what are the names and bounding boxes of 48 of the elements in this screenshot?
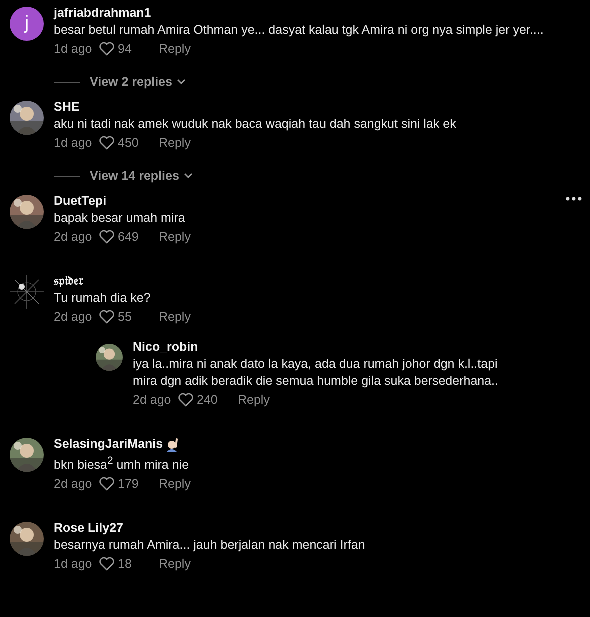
comment-text: iya la..mira ni anak dato la kaya, ada dua rumah johor dgn k.l..tapi mira dgn adik beradik die semua humble gila suka bersederhana.. [133,356,500,390]
user-avatar[interactable]: j [10,7,44,41]
timestamp: 1d ago [54,556,94,574]
username[interactable]: Rose Lily27 [54,520,124,538]
timestamp: 1d ago [54,135,94,152]
reply-button[interactable]: Reply [159,39,191,59]
like-count: 18 [118,556,132,574]
username[interactable]: 𝔰𝔭𝔦𝔡𝔢𝔯 [54,273,84,290]
comment-text: besarnya rumah Amira... jauh berjalan nak mencari Irfan [54,537,366,554]
username[interactable]: SelasingJariManis [54,436,164,453]
comment-text: bapak besar umah mira [54,210,186,227]
username[interactable]: SHE [54,99,80,116]
heart-icon[interactable] [99,310,115,324]
like-count: 55 [118,309,132,326]
heart-icon[interactable] [178,393,194,407]
view-replies-button[interactable]: View 14 replies [90,169,194,183]
chevron-down-icon[interactable] [177,79,186,85]
heart-icon[interactable] [99,136,115,150]
reply-button[interactable]: Reply [159,227,191,247]
comment-text: bkn biesa$^{2}$ umh mira nie [54,455,190,474]
like-count: 450 [118,135,139,152]
more-options-icon[interactable] [564,195,584,203]
view-replies-button[interactable]: View 2 replies [90,75,186,89]
timestamp: 1d ago [54,41,94,58]
heart-icon[interactable] [99,557,115,572]
reply-button[interactable]: Reply [159,474,191,494]
like-count: 94 [118,41,132,58]
comment-text: besar betul rumah Amira Othman ye... dasyat kalau tgk Amira ni org nya simple jer yer.... [54,22,545,39]
comment-text: aku ni tadi nak amek wuduk nak baca waqiah tau dah sangkut sini lak ek [54,116,458,133]
timestamp: 2d ago [54,476,94,494]
heart-icon[interactable] [99,477,115,492]
chevron-down-icon[interactable] [184,173,194,179]
username[interactable]: Nico_robin [133,339,198,356]
heart-icon[interactable] [99,42,115,56]
timestamp: 2d ago [54,309,94,326]
reply-button[interactable]: Reply [159,554,191,574]
username[interactable]: jafriabdrahman1 [54,5,152,22]
reply-button[interactable]: Reply [238,390,270,410]
timestamp: 2d ago [54,229,94,246]
heart-icon[interactable] [99,230,115,244]
like-count: 649 [118,229,139,246]
reply-button[interactable]: Reply [159,133,191,153]
comment-text: Tu rumah dia ke? [54,290,152,307]
username[interactable]: DuetTepi [54,193,107,210]
like-count: 240 [197,392,218,409]
reply-button[interactable]: Reply [159,307,191,327]
like-count: 179 [118,476,139,494]
timestamp: 2d ago [133,392,172,409]
